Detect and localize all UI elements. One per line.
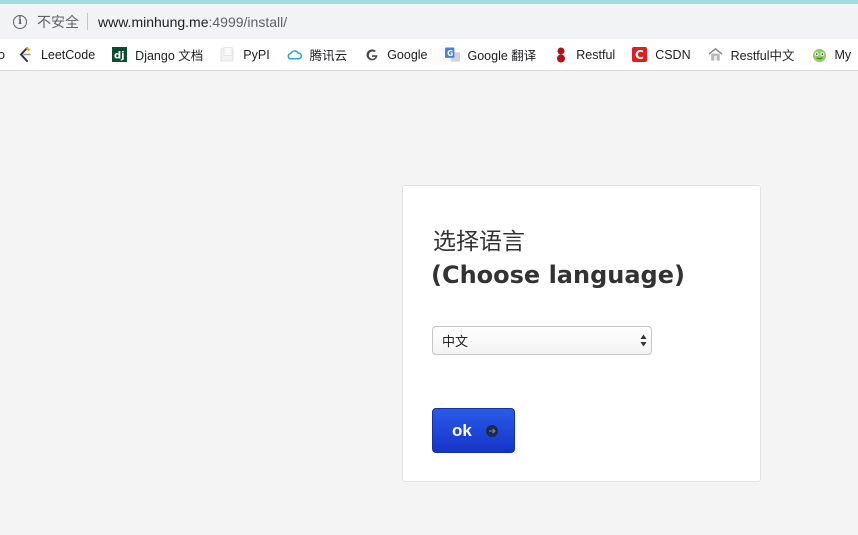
bookmark-leetcode[interactable]: LeetCode bbox=[18, 47, 95, 62]
select-arrows-icon bbox=[640, 334, 647, 347]
url-host: www.minhung.me bbox=[98, 13, 209, 30]
bookmark-label: Django 文档 bbox=[135, 49, 204, 63]
bookmark-csdn[interactable]: C CSDN bbox=[632, 47, 691, 62]
bookmark-label: o bbox=[0, 48, 5, 62]
frog-icon bbox=[812, 47, 827, 62]
bookmark-my[interactable]: My bbox=[812, 47, 852, 62]
url-text[interactable]: www.minhung.me:4999/install/ bbox=[98, 14, 287, 30]
bookmark-google[interactable]: Google bbox=[364, 47, 428, 62]
svg-text:dj: dj bbox=[114, 51, 125, 62]
bookmark-label: CSDN bbox=[655, 47, 691, 62]
bookmark-tencent-cloud[interactable]: 腾讯云 bbox=[287, 45, 348, 64]
bookmark-label: My bbox=[834, 47, 852, 62]
ok-button-label: ok bbox=[452, 420, 472, 440]
svg-text:C: C bbox=[635, 48, 644, 62]
bookmark-label: Google 翻译 bbox=[467, 49, 537, 63]
language-select[interactable]: 中文 bbox=[432, 326, 652, 355]
address-bar[interactable]: i 不安全 www.minhung.me:4999/install/ bbox=[0, 4, 858, 39]
bookmark-partial[interactable]: o bbox=[0, 48, 5, 62]
bookmark-label: Restful中文 bbox=[730, 49, 795, 63]
bookmark-google-translate[interactable]: G Google 翻译 bbox=[444, 45, 537, 64]
bookmark-label: LeetCode bbox=[40, 47, 96, 62]
bookmark-pypi[interactable]: PyPI bbox=[220, 47, 270, 62]
bookmark-django[interactable]: dj Django 文档 bbox=[112, 45, 203, 64]
django-icon: dj bbox=[112, 47, 128, 62]
bookmark-restful[interactable]: Restful bbox=[553, 47, 615, 62]
svg-text:G: G bbox=[447, 48, 453, 57]
tencent-cloud-icon bbox=[287, 47, 302, 62]
bookmark-label: Restful bbox=[576, 47, 616, 62]
google-icon bbox=[364, 47, 379, 62]
title-english: (Choose language) bbox=[431, 261, 685, 289]
pypi-icon bbox=[220, 47, 235, 62]
arrow-right-circle-icon bbox=[485, 424, 498, 437]
url-path: :4999/install/ bbox=[208, 13, 288, 30]
csdn-icon: C bbox=[632, 47, 648, 62]
google-translate-icon: G bbox=[444, 47, 460, 62]
bookmark-label: Google bbox=[387, 47, 428, 62]
leetcode-icon bbox=[18, 47, 33, 62]
ok-button[interactable]: ok bbox=[432, 408, 515, 453]
install-card: 选择语言 (Choose language) 中文 ok bbox=[402, 185, 761, 482]
house-icon bbox=[708, 47, 723, 62]
language-select-value: 中文 bbox=[442, 334, 469, 349]
info-icon[interactable]: i bbox=[13, 14, 27, 29]
bookmark-label: 腾讯云 bbox=[309, 49, 348, 63]
address-separator bbox=[87, 13, 88, 30]
restful-icon bbox=[553, 47, 568, 62]
title-chinese: 选择语言 bbox=[433, 229, 525, 255]
bookmark-restful-cn[interactable]: Restful中文 bbox=[708, 45, 795, 64]
bookmark-label: PyPI bbox=[243, 47, 270, 62]
bookmarks-bar: o LeetCode dj Django 文档 PyPI 腾讯云 Google … bbox=[0, 39, 858, 71]
security-label[interactable]: 不安全 bbox=[37, 12, 79, 32]
